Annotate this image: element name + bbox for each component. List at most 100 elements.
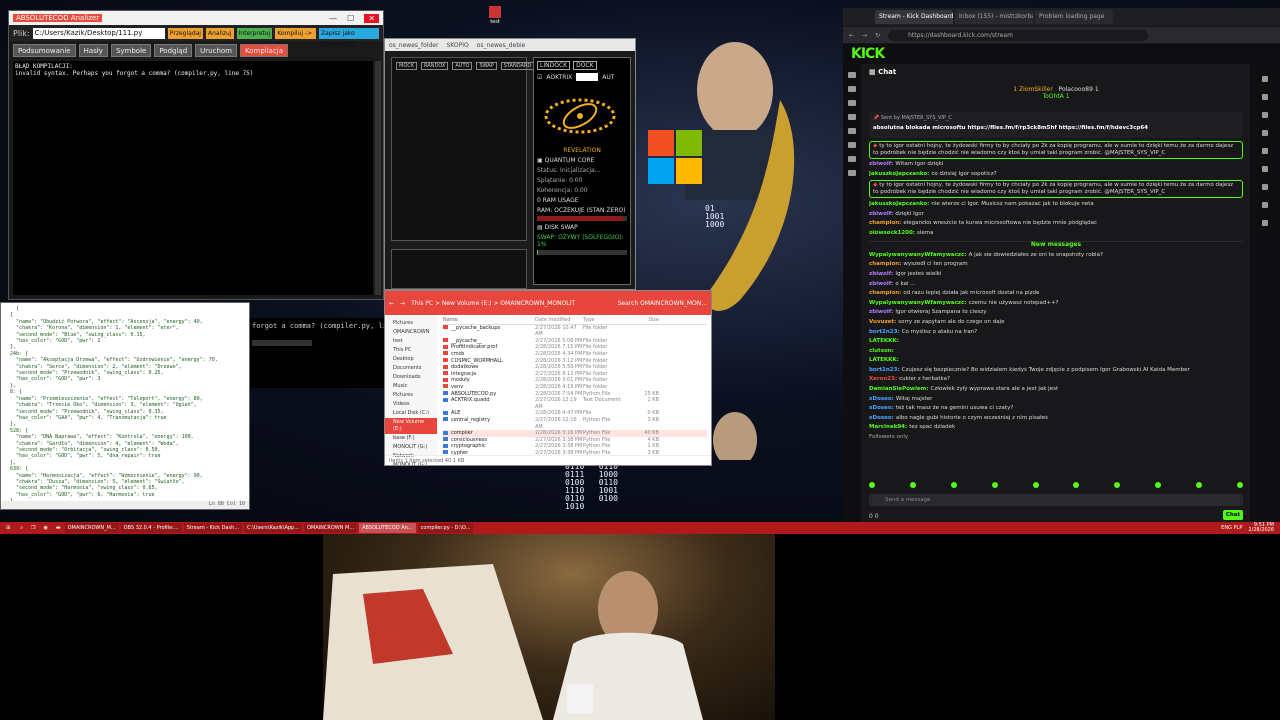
emote-icon[interactable] (909, 482, 916, 488)
window-tab[interactable]: SKOPIO (446, 42, 468, 49)
emote-icon[interactable] (1073, 482, 1080, 488)
terminal-toolbar[interactable] (252, 340, 312, 346)
taskbar-item[interactable]: Stream - Kick Dash... (183, 523, 243, 533)
nav-item[interactable]: Downloads (385, 373, 437, 382)
chat-message[interactable]: champion: od razu lepiej działa jak micro… (869, 290, 1243, 297)
nav-item[interactable]: Videos (385, 400, 437, 409)
emote-icon[interactable] (991, 482, 998, 488)
nav-item[interactable]: Documents (385, 364, 437, 373)
value-select[interactable] (576, 73, 599, 81)
chat-message[interactable]: olowsock1200: siema (869, 230, 1243, 237)
clock[interactable]: 9:51 PM 2/28/2026 (1248, 523, 1274, 533)
tab-dock[interactable]: DOCK (573, 61, 597, 70)
nav-item[interactable]: Desktop (385, 355, 437, 364)
minimize-icon[interactable]: — (329, 14, 337, 23)
checkbox-icon[interactable]: ☑ (537, 74, 542, 81)
maximize-icon[interactable]: ☐ (347, 14, 354, 23)
chat-username[interactable]: xDoseo: (869, 415, 894, 421)
file-row[interactable]: __pycache__ 2/27/2026 5:06 PM File folder (443, 338, 707, 345)
nav-item[interactable]: test (385, 337, 437, 346)
chat-message[interactable]: WypalywanywanyWfamywaczc: czemu nie używa… (869, 300, 1243, 307)
chat-username[interactable]: LATEKKK: (869, 338, 899, 344)
chat-message[interactable]: zbiwolf: Igor jesteś wielki (869, 271, 1243, 278)
nav-item[interactable]: Pictures (385, 319, 437, 328)
desktop-icon-test[interactable]: test (483, 6, 507, 25)
mode-tab[interactable]: STANDARD (500, 62, 535, 70)
nav-item[interactable]: Pictures (385, 391, 437, 400)
nav-icon[interactable] (848, 114, 856, 120)
file-row[interactable]: ACKTRIX.quadd 2/27/2026 12:19 AM Text Docu… (443, 397, 707, 410)
summary-button[interactable]: Podsumowanie (13, 43, 76, 57)
chat-message[interactable]: LATEKKK: (869, 338, 1243, 345)
emote-icon[interactable] (1155, 482, 1162, 488)
chat-message[interactable]: Xeron23: cukier z herbatka? (869, 376, 1243, 383)
chat-message[interactable]: champion: wyszedł ci ten program (869, 261, 1243, 268)
file-row[interactable]: integracja 2/27/2026 8:12 PM File folder (443, 371, 707, 378)
tool-icon[interactable] (1262, 202, 1268, 208)
browser-tab[interactable]: Problem loading page (1035, 10, 1113, 24)
window-tab[interactable]: os_newes_debie (477, 42, 526, 49)
chat-username[interactable]: xDoseo: (869, 396, 894, 402)
nav-item[interactable]: OMAINCROWN (385, 328, 437, 337)
chat-username[interactable]: zbiwolf: (869, 161, 893, 167)
chat-message[interactable]: zbiwolf: dzięki Igor (869, 211, 1243, 218)
chat-message[interactable]: JakuszkoJapczanko: co dzisiaj Igor sopoti… (869, 171, 1243, 178)
chat-username[interactable]: clutson: (869, 348, 894, 354)
nav-item[interactable]: Local Disk (C:) (385, 409, 437, 418)
chat-username[interactable]: champion: (869, 290, 901, 296)
compile-py-button[interactable]: Kompiluj -> .py (275, 27, 317, 48)
tool-icon[interactable] (1262, 76, 1268, 82)
browser-tab[interactable]: Stream - Kick Dashboard (875, 10, 953, 24)
emote-icon[interactable] (1032, 482, 1039, 488)
file-row[interactable]: ProfitIndicator.prof 2/28/2026 7:15 PM Fil… (443, 344, 707, 351)
chat-message[interactable]: bort2n23: Czujesz się bezpiecznie? Bo wid… (869, 367, 1243, 374)
window-tab[interactable]: os_newes_folder (389, 42, 438, 49)
nav-icon[interactable] (848, 142, 856, 148)
nav-item[interactable]: base (F:) (385, 434, 437, 443)
chat-message[interactable]: ◆ ty to igor ostatni hojny, te żydowski f… (869, 180, 1243, 199)
compiler-titlebar[interactable]: ABSOLUTECOD Analizer — ☐ ✕ (9, 11, 383, 25)
interpret-button[interactable]: Interpretuj (236, 27, 273, 39)
nav-icon[interactable] (848, 86, 856, 92)
chat-message[interactable]: WypalywanywanyWfamywaczc: A jak sie dowie… (869, 252, 1243, 259)
emote-icon[interactable] (950, 482, 957, 488)
chat-username[interactable]: champion: (869, 220, 901, 226)
analyze-button[interactable]: Analizuj (205, 27, 234, 39)
start-icon[interactable]: ⊞ (0, 525, 16, 531)
close-icon[interactable]: ✕ (364, 13, 379, 23)
taskbar-item[interactable]: OBS 32.0.4 - Profile:... (120, 523, 182, 533)
taskbar-item[interactable]: C:\Users\Kazik\App... (244, 523, 302, 533)
mode-tab[interactable]: AUTO (452, 62, 473, 70)
file-row[interactable]: consciousness 2/27/2026 3:38 PM Python Fil… (443, 437, 707, 444)
file-row[interactable]: moduły 2/28/2026 3:01 PM File folder (443, 377, 707, 384)
chat-username[interactable]: Xeron23: (869, 376, 897, 382)
file-row[interactable]: COSMIC_WORMHALL 2/28/2026 3:12 PM File fol… (443, 358, 707, 365)
quantum-app-window[interactable]: os_newes_folder SKOPIO os_newes_debie MO… (384, 38, 636, 290)
chat-username[interactable]: zbiwolf: (869, 309, 893, 315)
mode-tab[interactable]: RANDOX (421, 62, 449, 70)
url-bar[interactable]: https://dashboard.kick.com/stream (888, 29, 1149, 41)
tool-icon[interactable] (1262, 94, 1268, 100)
chat-username[interactable]: JakuszkoJapczanko: (869, 201, 929, 207)
tab-lindock[interactable]: LINDOCK (537, 61, 571, 70)
nav-icon[interactable] (848, 100, 856, 106)
taskbar-item[interactable]: OMAINCROWN M... (303, 523, 358, 533)
emote-icon[interactable] (1236, 482, 1243, 488)
compiler-window[interactable]: ABSOLUTECOD Analizer — ☐ ✕ Plik: C:/User… (8, 10, 384, 300)
nav-item[interactable]: Music (385, 382, 437, 391)
path-input[interactable]: C:/Users/Kazik/Desktop/111.py (32, 27, 165, 39)
taskbar-item[interactable]: OMAINCROWN_M... (64, 523, 119, 533)
search-icon[interactable]: ⌕ (16, 525, 27, 531)
taskbar-item[interactable]: ABSOLUTECOD An... (359, 523, 416, 533)
chat-username[interactable]: zbiwolf: (869, 271, 893, 277)
address-bar[interactable]: This PC > New Volume (E:) > OMAINCROWN_M… (411, 300, 575, 307)
tool-icon[interactable] (1262, 112, 1268, 118)
file-row[interactable]: cryptographic 2/27/2026 3:38 PM Python Fil… (443, 443, 707, 450)
file-row[interactable]: ABSOLUTECOD.py 2/28/2026 7:54 PM Python Fi… (443, 391, 707, 398)
search-input[interactable]: Search OMAINCROWN_MON... (618, 300, 707, 307)
console-scrollbar[interactable] (375, 61, 381, 295)
col-date[interactable]: Date modified (535, 317, 583, 324)
chat-message[interactable]: DamianSiePowiem: Człowiek żyły wyprawa st… (869, 386, 1243, 393)
chat-username[interactable]: JakuszkoJapczanko: (869, 171, 929, 177)
col-size[interactable]: Size (629, 317, 659, 324)
